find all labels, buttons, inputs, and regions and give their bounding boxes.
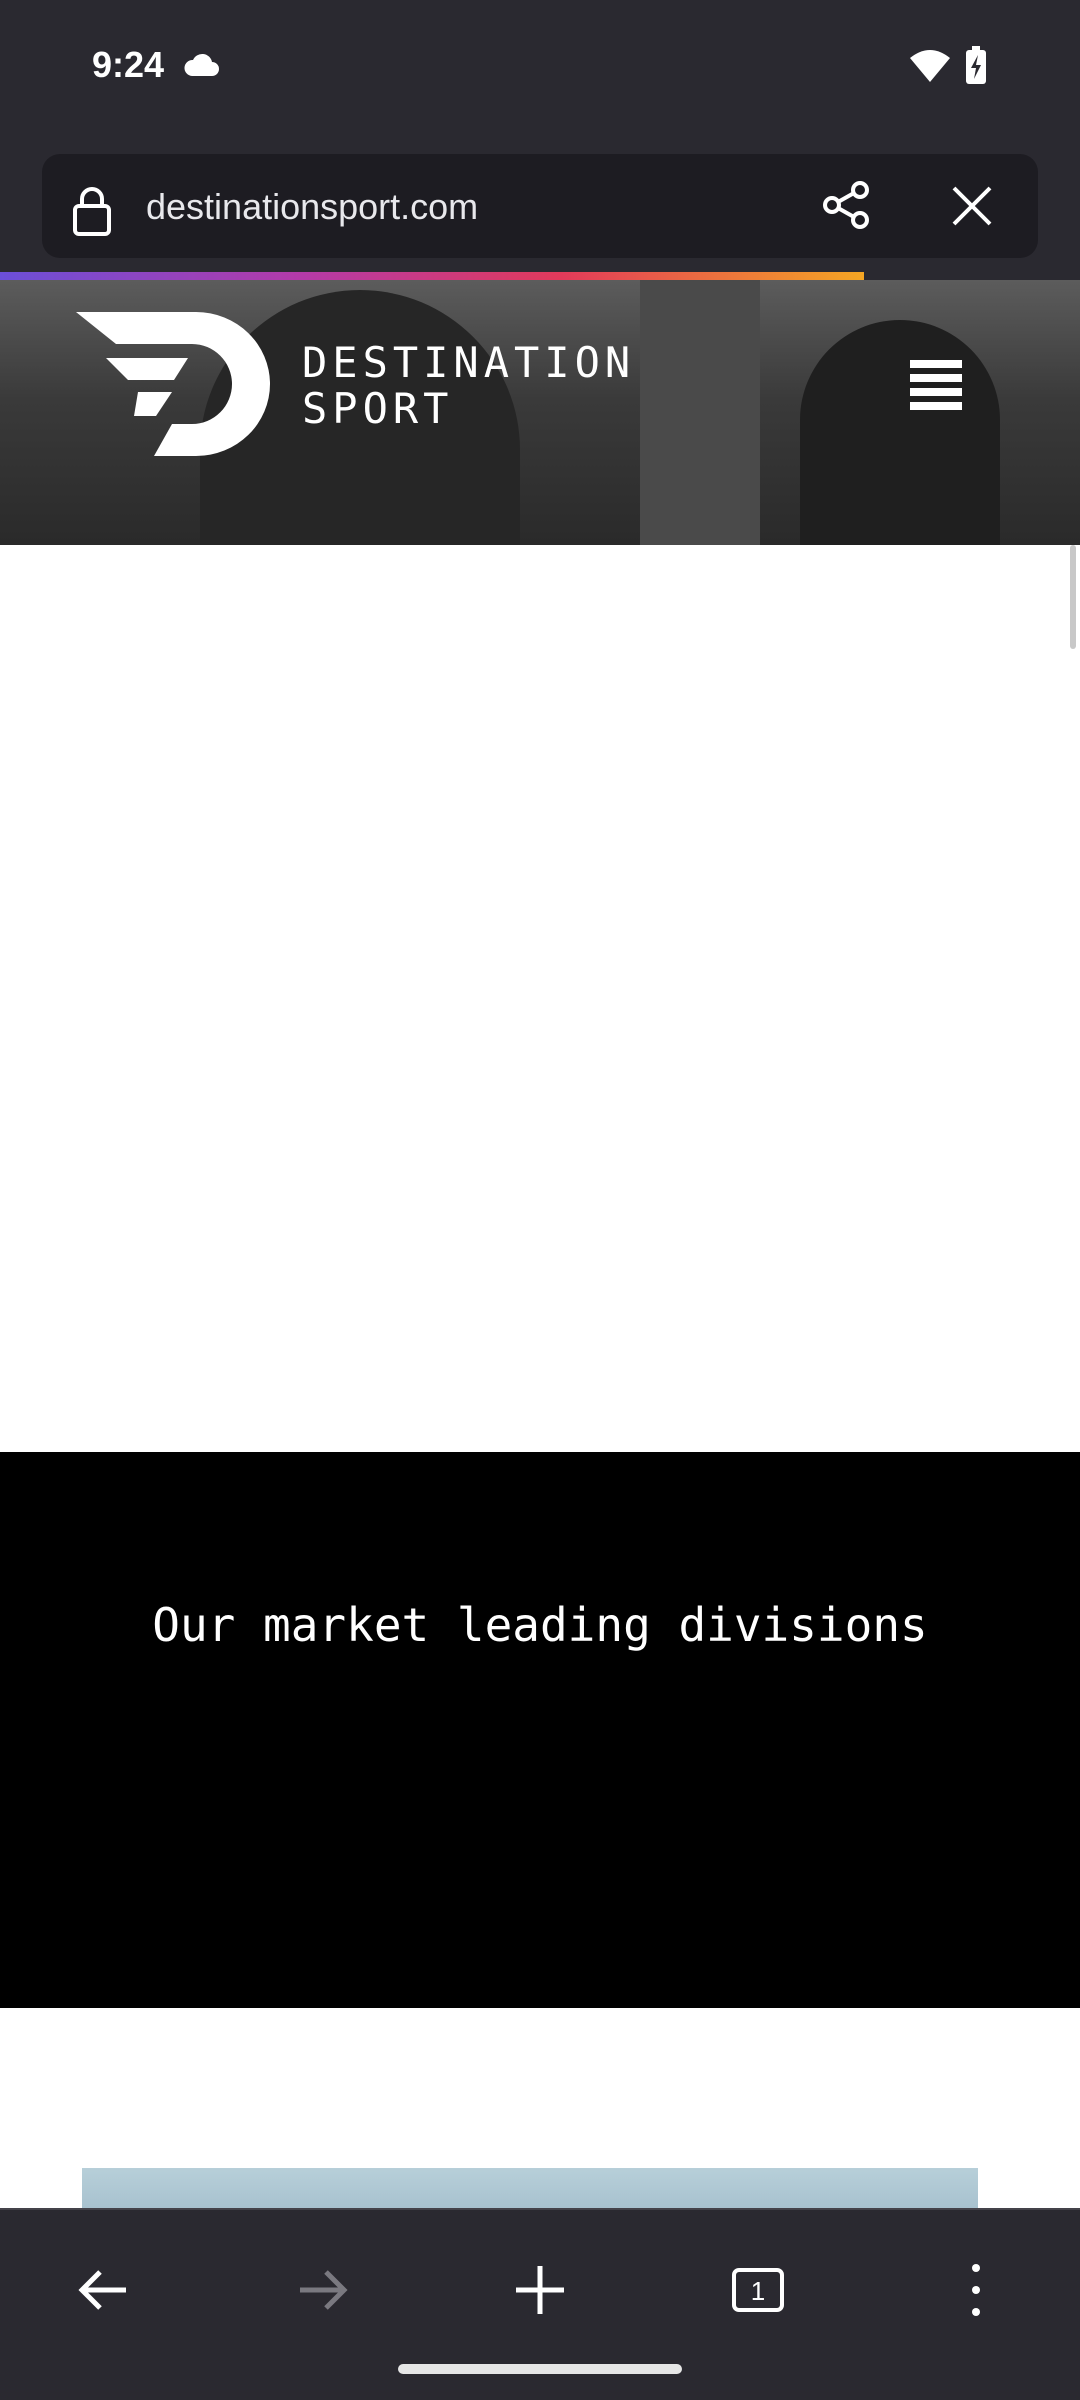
tab-count: 1 bbox=[751, 2276, 765, 2306]
more-vert-icon[interactable] bbox=[936, 2250, 1016, 2330]
brand-line-1: DESTINATION bbox=[302, 338, 636, 387]
back-arrow-icon[interactable] bbox=[64, 2250, 144, 2330]
wifi-icon bbox=[908, 48, 952, 89]
tabs-icon[interactable]: 1 bbox=[718, 2250, 798, 2330]
hero-photo-figure-2 bbox=[800, 320, 1000, 545]
bottom-toolbar: 1 bbox=[0, 2208, 1080, 2400]
status-bar: 9:24 bbox=[0, 0, 1080, 140]
division-image[interactable] bbox=[82, 2168, 978, 2208]
hamburger-menu-icon[interactable] bbox=[910, 358, 962, 419]
browser-toolbar: destinationsport.com bbox=[0, 140, 1080, 280]
forward-arrow-icon[interactable] bbox=[282, 2250, 362, 2330]
url-text[interactable]: destinationsport.com bbox=[146, 186, 478, 228]
logo-icon[interactable] bbox=[76, 312, 272, 461]
site-header: DESTINATION SPORT bbox=[0, 280, 1080, 545]
home-indicator[interactable] bbox=[398, 2364, 682, 2374]
status-time: 9:24 bbox=[92, 44, 165, 85]
address-bar[interactable]: destinationsport.com bbox=[42, 154, 1038, 258]
divisions-section: Our market leading divisions bbox=[0, 1452, 1080, 2008]
scrollbar-thumb[interactable] bbox=[1070, 545, 1076, 649]
brand-line-2: SPORT bbox=[302, 384, 454, 433]
lock-icon[interactable] bbox=[72, 186, 112, 241]
hero-photo-background bbox=[640, 280, 760, 545]
cloud-icon bbox=[182, 52, 220, 83]
brand-name[interactable]: DESTINATION SPORT bbox=[302, 340, 635, 432]
page-load-progress bbox=[0, 272, 1080, 280]
share-icon[interactable] bbox=[820, 178, 874, 237]
progress-fill bbox=[0, 272, 864, 280]
divisions-heading: Our market leading divisions bbox=[152, 1598, 928, 1652]
toolbar-divider bbox=[0, 2208, 1080, 2210]
close-icon[interactable] bbox=[948, 182, 996, 235]
plus-icon[interactable] bbox=[500, 2250, 580, 2330]
battery-charging-icon bbox=[964, 46, 988, 91]
